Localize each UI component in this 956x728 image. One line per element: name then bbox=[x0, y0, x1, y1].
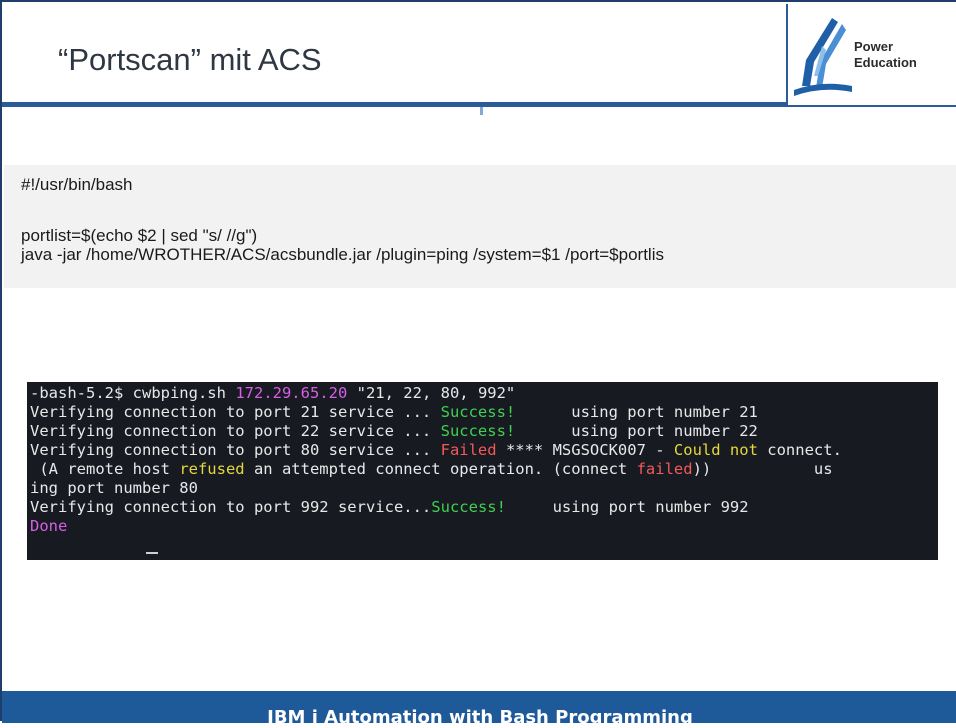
terminal-args: "21, 22, 80, 992" bbox=[347, 384, 516, 402]
terminal-text: Verifying connection to port 992 service… bbox=[30, 498, 432, 516]
terminal-text: Verifying connection to port 22 service … bbox=[30, 422, 441, 440]
terminal-line-port80: Verifying connection to port 80 service … bbox=[30, 441, 842, 460]
terminal-text: **** MSGSOCK007 - bbox=[496, 441, 674, 459]
terminal-prompt: -bash-5.2$ cwbping.sh bbox=[30, 384, 236, 402]
slide-title: “Portscan” mit ACS bbox=[58, 42, 322, 77]
logo-text-line1: Power bbox=[854, 39, 894, 54]
footer-text: IBM i Automation with Bash Programming bbox=[267, 707, 693, 728]
terminal-text: Verifying connection to port 80 service … bbox=[30, 441, 441, 459]
terminal-ip: 172.29.65.20 bbox=[235, 384, 348, 402]
terminal-text: using port number 21 bbox=[515, 403, 758, 421]
terminal-line-port992: Verifying connection to port 992 service… bbox=[30, 498, 749, 517]
failed-text: failed bbox=[636, 460, 693, 478]
terminal-text: connect. bbox=[757, 441, 842, 459]
terminal-text: Verifying connection to port 21 service … bbox=[30, 403, 441, 421]
logo-box: Power Education bbox=[786, 4, 956, 107]
status-success: Success! bbox=[440, 403, 516, 421]
terminal-screenshot: -bash-5.2$ cwbping.sh 172.29.65.20 "21, … bbox=[27, 382, 938, 560]
script-code-block: #!/usr/bin/bash portlist=$(echo $2 | sed… bbox=[4, 165, 956, 288]
terminal-line-error-detail: (A remote host refused an attempted conn… bbox=[30, 460, 833, 479]
terminal-line-done: Done bbox=[30, 517, 68, 535]
title-area: “Portscan” mit ACS bbox=[4, 4, 786, 102]
power-education-logo-icon bbox=[794, 18, 852, 96]
terminal-text: using port number 22 bbox=[515, 422, 758, 440]
title-rule-marker bbox=[480, 107, 483, 115]
terminal-line-port22: Verifying connection to port 22 service … bbox=[30, 422, 758, 441]
footer-bar: IBM i Automation with Bash Programming bbox=[2, 691, 956, 728]
logo-text-line2: Education bbox=[854, 55, 917, 70]
terminal-text: (A remote host bbox=[30, 460, 180, 478]
script-line-shebang: #!/usr/bin/bash bbox=[21, 175, 133, 194]
status-success: Success! bbox=[431, 498, 506, 516]
terminal-text: using port number 992 bbox=[505, 498, 749, 516]
refused-text: refused bbox=[179, 460, 245, 478]
status-failed: Failed bbox=[440, 441, 497, 459]
terminal-cursor bbox=[146, 552, 158, 554]
terminal-line-wrap: ing port number 80 bbox=[30, 479, 198, 497]
title-rule bbox=[2, 102, 786, 107]
slide: “Portscan” mit ACS Power Education #!/us… bbox=[0, 0, 956, 728]
terminal-text: )) us bbox=[692, 460, 833, 478]
warning-text: Could not bbox=[673, 441, 758, 459]
status-success: Success! bbox=[440, 422, 516, 440]
script-line-portlist: portlist=$(echo $2 | sed "s/ //g") bbox=[21, 226, 258, 245]
terminal-text: an attempted connect operation. (connect bbox=[244, 460, 637, 478]
script-line-java: java -jar /home/WROTHER/ACS/acsbundle.ja… bbox=[21, 245, 664, 264]
terminal-line-command: -bash-5.2$ cwbping.sh 172.29.65.20 "21, … bbox=[30, 384, 515, 403]
terminal-line-port21: Verifying connection to port 21 service … bbox=[30, 403, 758, 422]
logo-text: Power Education bbox=[854, 39, 917, 71]
